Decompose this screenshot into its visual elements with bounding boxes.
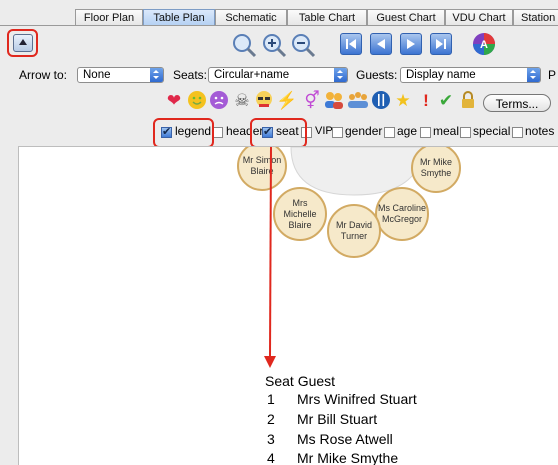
tab-table-plan[interactable]: Table Plan bbox=[143, 9, 215, 25]
previous-icon bbox=[377, 39, 385, 49]
highlight-legend-option bbox=[153, 118, 214, 148]
star-icon[interactable]: ★ bbox=[392, 90, 414, 112]
first-icon bbox=[346, 39, 356, 49]
seat-guest-name: Mrs Michelle Blaire bbox=[283, 197, 317, 230]
age-checkbox-label: age bbox=[397, 124, 418, 138]
special-checkbox-label: special bbox=[473, 124, 511, 138]
truncated-label: P bbox=[548, 68, 557, 82]
legend-guest-name: Mr Bill Stuart bbox=[297, 411, 378, 427]
seat-david-turner[interactable]: Mr David Turner bbox=[327, 204, 381, 258]
skull-icon[interactable]: ☠ bbox=[231, 90, 253, 112]
check-icon[interactable]: ✔ bbox=[435, 90, 457, 112]
exclamation-icon[interactable]: ! bbox=[415, 90, 437, 112]
tab-vdu-chart[interactable]: VDU Chart bbox=[445, 9, 513, 25]
chevron-updown-icon bbox=[334, 68, 347, 82]
legend-seat-number: 1 bbox=[267, 391, 275, 407]
seats-value: Circular+name bbox=[214, 69, 290, 81]
last-icon bbox=[436, 39, 446, 49]
seat-guest-name: Mr Mike Smythe bbox=[420, 157, 452, 178]
legend-seat-number: 4 bbox=[267, 450, 275, 465]
svg-text:A: A bbox=[480, 39, 488, 51]
special-checkbox[interactable] bbox=[460, 127, 471, 138]
next-button[interactable] bbox=[400, 33, 422, 55]
seats-label: Seats: bbox=[173, 68, 208, 82]
chevron-updown-icon bbox=[150, 68, 163, 82]
lightning-icon[interactable]: ⚡ bbox=[276, 90, 298, 112]
heart-icon[interactable]: ❤ bbox=[163, 90, 185, 112]
vip-checkbox-label: VIP bbox=[315, 125, 333, 137]
guests-label: Guests: bbox=[356, 68, 398, 82]
terms-button[interactable]: Terms... bbox=[483, 94, 551, 112]
age-checkbox[interactable] bbox=[384, 127, 395, 138]
table-plan-canvas[interactable]: Mr Simon Blaire Mr Mike Smythe Mrs Miche… bbox=[18, 146, 558, 465]
tab-divider bbox=[0, 25, 558, 26]
seat-guest-name: Ms Caroline McGregor bbox=[377, 203, 426, 224]
group-icon[interactable] bbox=[347, 90, 369, 112]
zoom-fit-icon[interactable] bbox=[231, 32, 257, 58]
lock-icon[interactable] bbox=[457, 90, 479, 112]
next-icon bbox=[407, 39, 415, 49]
legend-guest-name: Mrs Winifred Stuart bbox=[297, 391, 417, 407]
last-button[interactable] bbox=[430, 33, 452, 55]
notes-checkbox-label: notes bbox=[525, 124, 555, 138]
people-icon[interactable] bbox=[323, 90, 345, 112]
legend-header-seat: Seat bbox=[265, 373, 294, 389]
gender-checkbox[interactable] bbox=[332, 127, 343, 138]
guests-select[interactable]: Display name bbox=[400, 67, 541, 83]
highlight-seat-option bbox=[250, 118, 307, 148]
seat-caroline-mcgregor[interactable]: Ms Caroline McGregor bbox=[375, 187, 429, 241]
guests-value: Display name bbox=[406, 69, 476, 81]
highlight-collapse-button bbox=[7, 29, 38, 57]
tab-floor-plan[interactable]: Floor Plan bbox=[75, 9, 143, 25]
color-wheel-icon[interactable]: A bbox=[472, 32, 496, 56]
zoom-out-icon[interactable] bbox=[290, 32, 316, 58]
tab-guest-chart[interactable]: Guest Chart bbox=[367, 9, 445, 25]
frown-icon[interactable] bbox=[208, 90, 230, 112]
seats-select[interactable]: Circular+name bbox=[208, 67, 348, 83]
meal-checkbox[interactable] bbox=[420, 127, 431, 138]
seat-guest-name: Mr Simon Blaire bbox=[242, 155, 282, 176]
meal-checkbox-label: meal bbox=[433, 124, 460, 138]
zoom-in-icon[interactable] bbox=[261, 32, 287, 58]
tab-table-chart[interactable]: Table Chart bbox=[287, 9, 367, 25]
smile-icon[interactable] bbox=[186, 90, 208, 112]
cutlery-icon[interactable] bbox=[370, 90, 392, 112]
first-button[interactable] bbox=[340, 33, 362, 55]
legend-guest-name: Mr Mike Smythe bbox=[297, 450, 399, 465]
legend-header: Seat Guest bbox=[265, 373, 335, 389]
seat-guest-name: Mr David Turner bbox=[335, 220, 372, 241]
arrow-to-label: Arrow to: bbox=[19, 68, 68, 82]
gender-icon[interactable]: ⚥ bbox=[301, 90, 323, 112]
legend-seat-number: 2 bbox=[267, 411, 275, 427]
previous-button[interactable] bbox=[370, 33, 392, 55]
notes-checkbox[interactable] bbox=[512, 127, 523, 138]
tab-station[interactable]: Station bbox=[513, 9, 558, 25]
seat-michelle-blaire[interactable]: Mrs Michelle Blaire bbox=[273, 187, 327, 241]
legend-header-guest: Guest bbox=[297, 373, 336, 389]
legend-guest-name: Ms Rose Atwell bbox=[297, 431, 393, 447]
arrow-to-select[interactable]: None bbox=[77, 67, 164, 83]
arrow-to-value: None bbox=[83, 69, 111, 81]
gender-checkbox-label: gender bbox=[345, 124, 383, 138]
glasses-icon[interactable] bbox=[253, 90, 275, 112]
legend-seat-number: 3 bbox=[267, 431, 275, 447]
tab-schematic[interactable]: Schematic bbox=[215, 9, 287, 25]
chevron-updown-icon bbox=[527, 68, 540, 82]
